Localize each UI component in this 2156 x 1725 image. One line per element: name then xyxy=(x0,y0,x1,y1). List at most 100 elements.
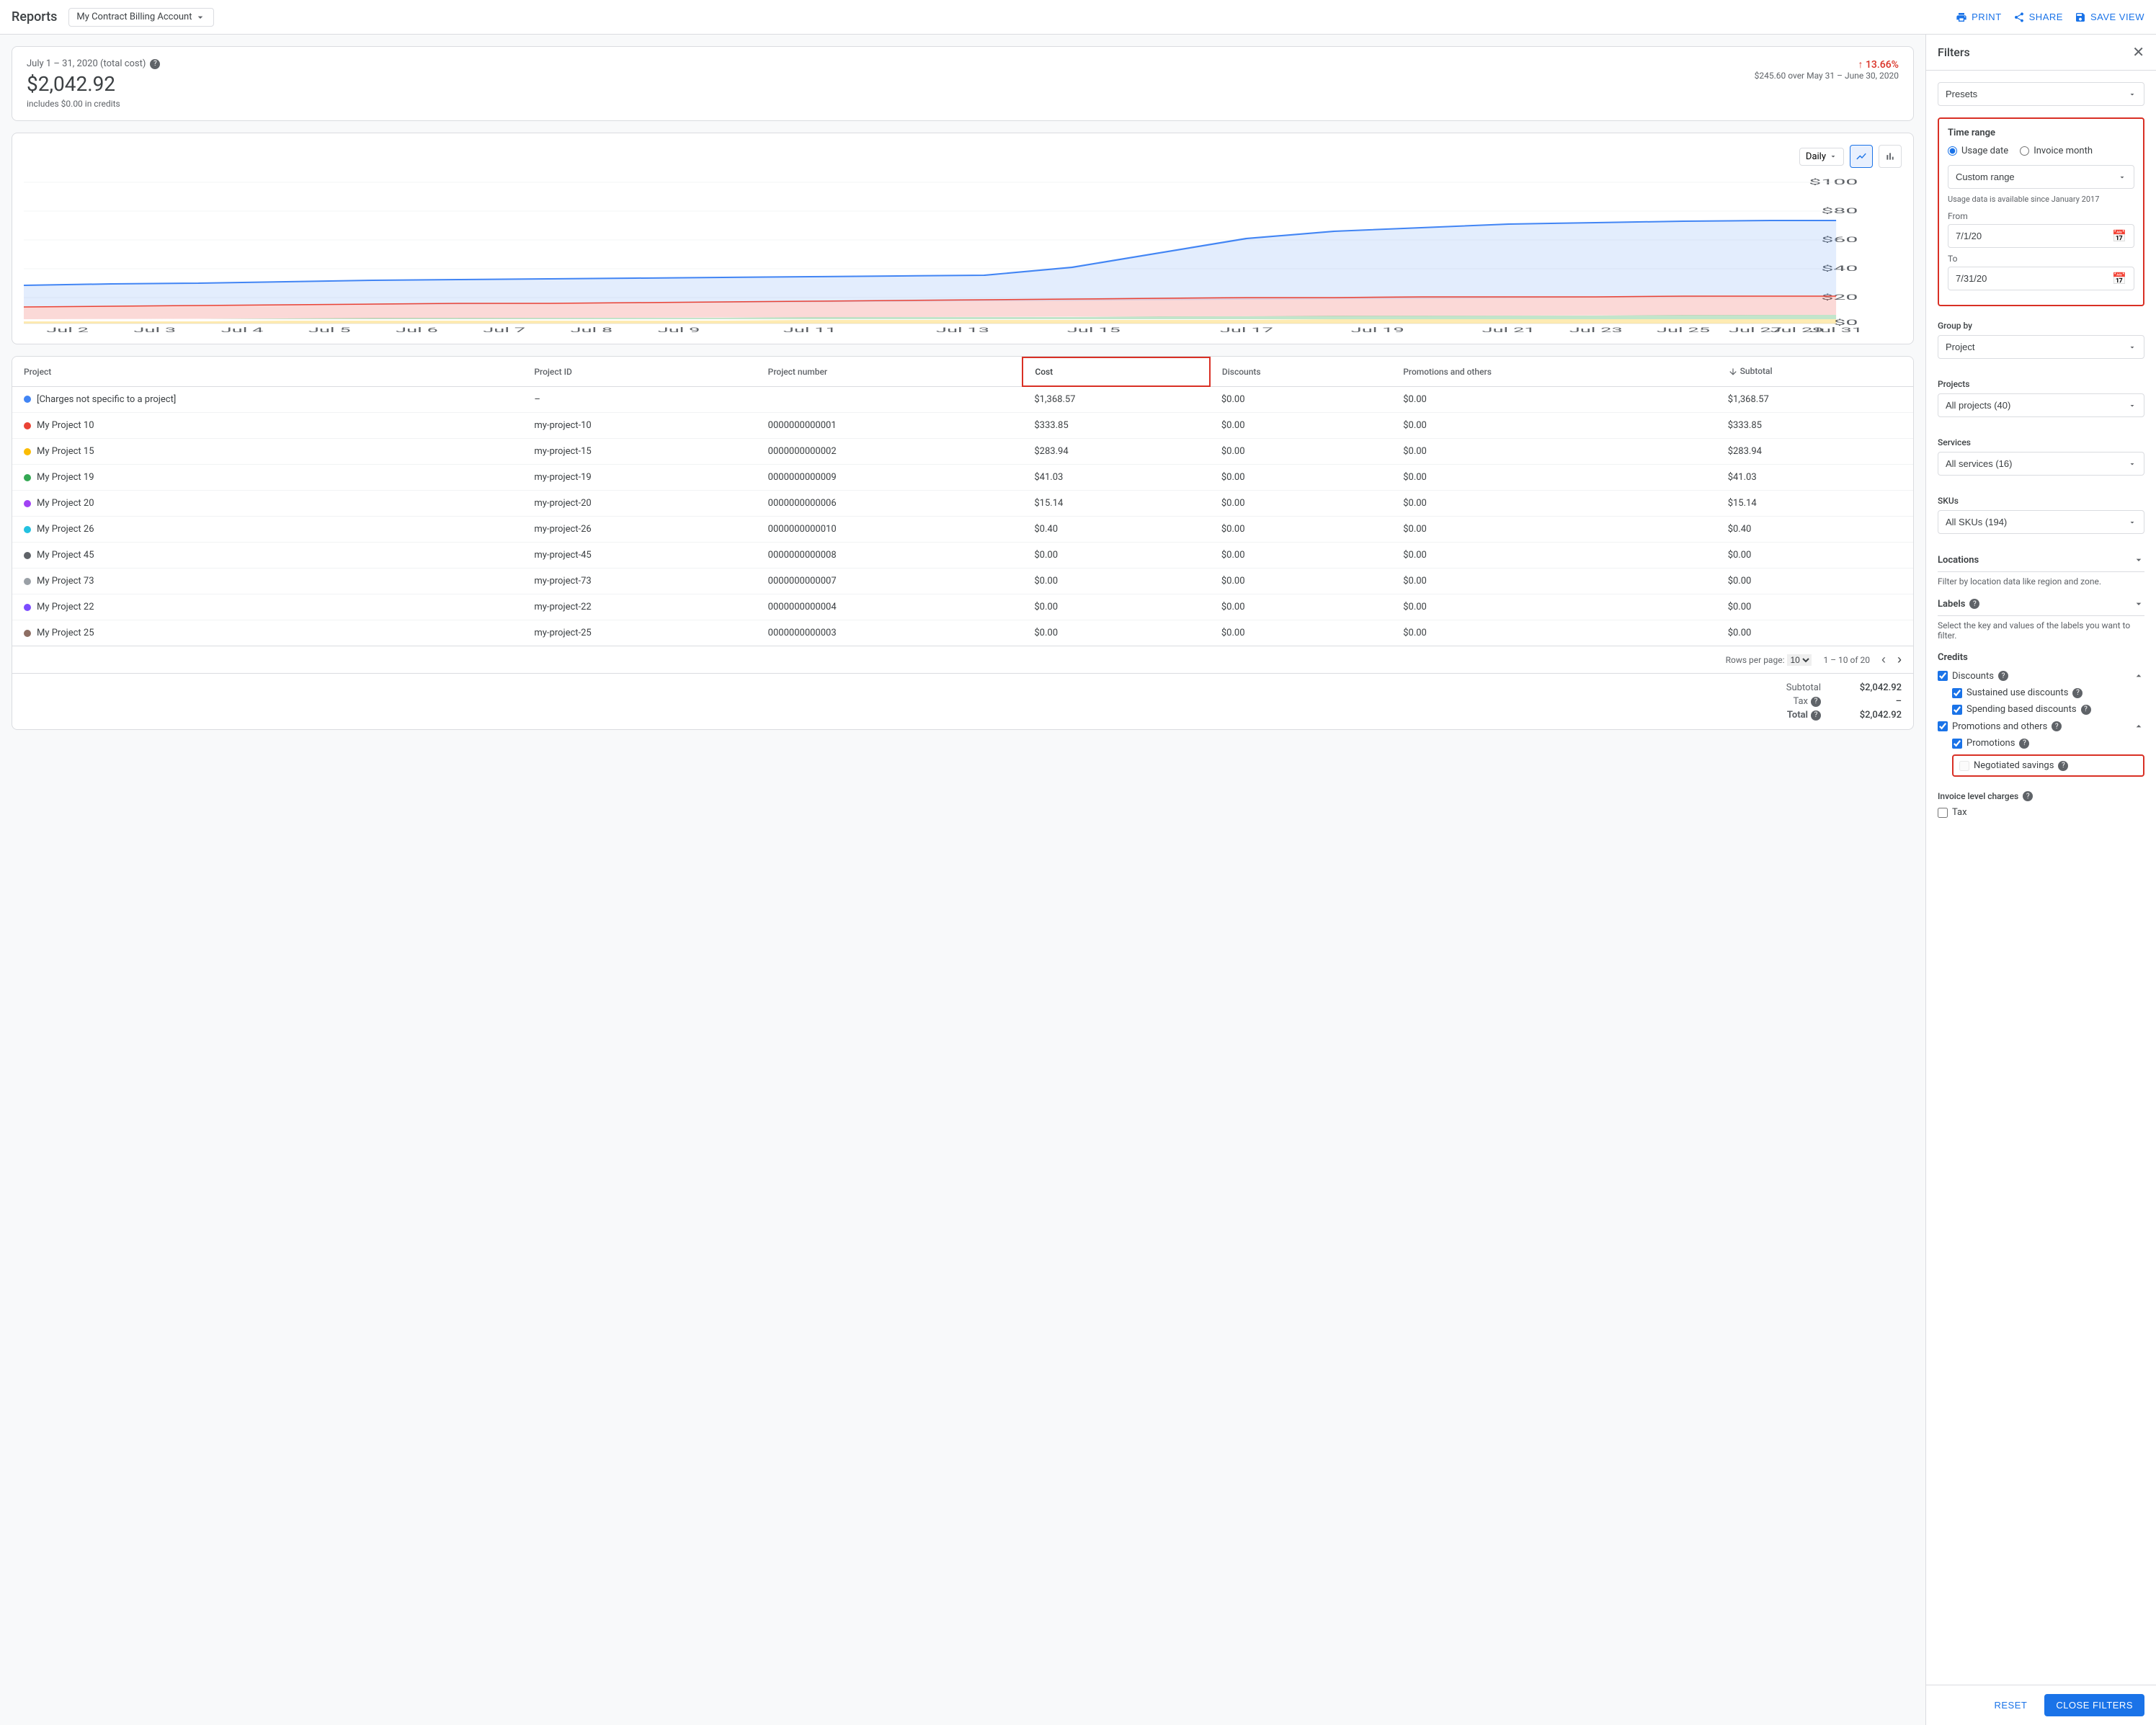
sustained-use-checkbox[interactable] xyxy=(1952,688,1962,698)
save-view-button[interactable]: SAVE VIEW xyxy=(2075,12,2144,23)
custom-range-select[interactable]: Custom range xyxy=(1948,165,2134,189)
total-value: $2,042.92 xyxy=(1844,710,1902,721)
tax-help-icon[interactable]: ? xyxy=(1811,697,1821,707)
cost-cell: $333.85 xyxy=(1023,413,1210,439)
locations-desc: Filter by location data like region and … xyxy=(1938,576,2144,587)
subtotal-cell: $333.85 xyxy=(1716,413,1913,439)
from-date-input-wrap: 📅 xyxy=(1948,224,2134,248)
discounts-help-icon[interactable]: ? xyxy=(1998,671,2008,681)
subtotal-cell: $41.03 xyxy=(1716,465,1913,491)
project-id-cell: my-project-10 xyxy=(522,413,756,439)
negotiated-savings-help-icon[interactable]: ? xyxy=(2058,761,2068,771)
svg-text:Jul 23: Jul 23 xyxy=(1569,326,1623,332)
labels-header[interactable]: Labels ? xyxy=(1938,598,2144,616)
share-button[interactable]: SHARE xyxy=(2013,12,2063,23)
reset-button[interactable]: RESET xyxy=(1985,1694,2036,1716)
filters-panel: Filters ✕ Presets Time range Usage date xyxy=(1925,35,2156,1725)
from-date-input[interactable] xyxy=(1956,231,2112,241)
promotions-sub-help-icon[interactable]: ? xyxy=(2019,739,2029,749)
cost-cell: $0.00 xyxy=(1023,620,1210,646)
table-row: My Project 25 my-project-25 000000000000… xyxy=(12,620,1913,646)
summary-change-desc: $245.60 over May 31 – June 30, 2020 xyxy=(1755,71,1899,81)
invoice-tax-checkbox[interactable] xyxy=(1938,808,1948,818)
close-filters-button[interactable]: CLOSE FILTERS xyxy=(2044,1694,2144,1716)
promotions-cell: $0.00 xyxy=(1391,620,1716,646)
subtotal-cell: $0.40 xyxy=(1716,517,1913,543)
from-calendar-icon[interactable]: 📅 xyxy=(2112,229,2126,243)
group-by-section: Group by Project xyxy=(1938,321,2144,365)
promotions-sub-label: Promotions xyxy=(1966,738,2015,749)
services-select[interactable]: All services (16) xyxy=(1938,452,2144,476)
discounts-cell: $0.00 xyxy=(1210,594,1391,620)
project-id-cell: – xyxy=(522,386,756,413)
project-cell: My Project 15 xyxy=(12,439,522,465)
project-number-cell: 0000000000004 xyxy=(757,594,1023,620)
rows-per-page-select[interactable]: 10 25 50 xyxy=(1787,654,1812,666)
total-label: Total ? xyxy=(1787,710,1821,721)
col-promotions: Promotions and others xyxy=(1391,357,1716,386)
labels-help-icon[interactable]: ? xyxy=(1969,599,1979,609)
chevron-down-icon xyxy=(1829,152,1838,161)
bar-chart-button[interactable] xyxy=(1879,145,1902,168)
from-label: From xyxy=(1948,211,2134,221)
presets-select[interactable]: Presets xyxy=(1938,82,2144,106)
granularity-selector[interactable]: Daily xyxy=(1799,148,1844,166)
col-subtotal[interactable]: Subtotal xyxy=(1716,357,1913,386)
next-page-button[interactable]: › xyxy=(1897,652,1902,667)
to-date-group: To 📅 xyxy=(1948,254,2134,290)
cost-cell: $0.00 xyxy=(1023,569,1210,594)
tax-label: Tax ? xyxy=(1793,696,1821,707)
subtotal-cell: $0.00 xyxy=(1716,543,1913,569)
summary-card: July 1 – 31, 2020 (total cost) ? $2,042.… xyxy=(12,46,1914,121)
spending-based-help-icon[interactable]: ? xyxy=(2081,705,2091,715)
projects-select[interactable]: All projects (40) xyxy=(1938,393,2144,417)
subtotal-cell: $15.14 xyxy=(1716,491,1913,517)
locations-header[interactable]: Locations xyxy=(1938,554,2144,572)
project-number-cell: 0000000000010 xyxy=(757,517,1023,543)
to-date-input[interactable] xyxy=(1956,273,2112,284)
promotions-help-icon[interactable]: ? xyxy=(2052,721,2062,731)
project-cell: My Project 10 xyxy=(12,413,522,439)
summary-credits: includes $0.00 in credits xyxy=(27,99,160,109)
filters-close-button[interactable]: ✕ xyxy=(2132,43,2144,61)
group-by-label: Group by xyxy=(1938,321,2144,331)
promotions-sub-checkbox[interactable] xyxy=(1952,739,1962,749)
discounts-expand-icon[interactable] xyxy=(2133,670,2144,682)
usage-date-radio[interactable]: Usage date xyxy=(1948,146,2008,156)
promotions-checkbox[interactable] xyxy=(1938,721,1948,731)
group-by-select[interactable]: Project xyxy=(1938,335,2144,359)
svg-text:Jul 4: Jul 4 xyxy=(221,326,264,332)
spending-based-checkbox[interactable] xyxy=(1952,705,1962,715)
table-row: My Project 73 my-project-73 000000000000… xyxy=(12,569,1913,594)
to-calendar-icon[interactable]: 📅 xyxy=(2112,272,2126,285)
promotions-expand-icon[interactable] xyxy=(2133,721,2144,732)
project-number-cell: 0000000000009 xyxy=(757,465,1023,491)
discounts-checkbox[interactable] xyxy=(1938,671,1948,681)
project-id-cell: my-project-73 xyxy=(522,569,756,594)
negotiated-savings-checkbox[interactable] xyxy=(1959,761,1969,771)
sustained-use-help-icon[interactable]: ? xyxy=(2072,688,2082,698)
project-id-cell: my-project-25 xyxy=(522,620,756,646)
project-number-cell: 0000000000002 xyxy=(757,439,1023,465)
skus-section: SKUs All SKUs (194) xyxy=(1938,496,2144,540)
subtotal-cell: $0.00 xyxy=(1716,620,1913,646)
prev-page-button[interactable]: ‹ xyxy=(1881,652,1886,667)
content-area: July 1 – 31, 2020 (total cost) ? $2,042.… xyxy=(0,35,1925,1725)
help-icon[interactable]: ? xyxy=(150,59,160,69)
pagination-range: 1 – 10 of 20 xyxy=(1823,655,1870,665)
account-selector[interactable]: My Contract Billing Account xyxy=(68,8,214,27)
invoice-month-radio[interactable]: Invoice month xyxy=(2020,146,2093,156)
invoice-level-help-icon[interactable]: ? xyxy=(2023,791,2033,801)
time-range-section: Time range Usage date Invoice month Cust… xyxy=(1938,117,2144,306)
print-button[interactable]: PRINT xyxy=(1956,12,2002,23)
total-help-icon[interactable]: ? xyxy=(1811,710,1821,721)
skus-select[interactable]: All SKUs (194) xyxy=(1938,510,2144,534)
promotions-cell: $0.00 xyxy=(1391,594,1716,620)
svg-text:Jul 11: Jul 11 xyxy=(783,326,837,332)
discounts-cell: $0.00 xyxy=(1210,543,1391,569)
line-chart-button[interactable] xyxy=(1850,145,1873,168)
discounts-cell: $0.00 xyxy=(1210,517,1391,543)
project-cell: [Charges not specific to a project] xyxy=(12,386,522,413)
promotions-cell: $0.00 xyxy=(1391,465,1716,491)
project-cell: My Project 20 xyxy=(12,491,522,517)
